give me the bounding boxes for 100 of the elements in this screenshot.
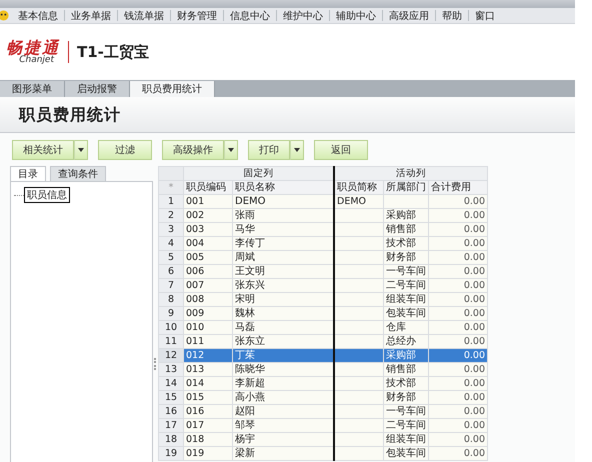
table-cell: 李传丁: [232, 236, 334, 250]
toolbar-button[interactable]: 返回: [314, 140, 368, 160]
column-header[interactable]: 职员编码: [184, 180, 232, 194]
row-number: 4: [158, 236, 184, 250]
table-cell: 采购部: [384, 208, 428, 222]
row-number: 19: [158, 446, 184, 460]
table-cell: 0.00: [428, 362, 488, 376]
column-header[interactable]: 所属部门: [384, 180, 428, 194]
table-cell: 陈晓华: [232, 362, 334, 376]
table-cell: [384, 194, 428, 208]
table-cell: 015: [184, 390, 232, 404]
table-cell: 包装车间: [384, 306, 428, 320]
table-cell: 0.00: [428, 250, 488, 264]
table-cell: 0.00: [428, 432, 488, 446]
table-cell: [334, 334, 384, 348]
table-cell: 一号车间: [384, 264, 428, 278]
menu-item[interactable]: 高级应用: [383, 8, 435, 22]
table-cell: 002: [184, 208, 232, 222]
table-cell: 013: [184, 362, 232, 376]
row-number: 12: [158, 348, 184, 362]
product-name: T1-工贸宝: [77, 42, 149, 62]
row-number: 14: [158, 376, 184, 390]
table-cell: 张雨: [232, 208, 334, 222]
table-cell: 012: [184, 348, 232, 362]
table-cell: 0.00: [428, 320, 488, 334]
toolbar-button[interactable]: 高级操作: [162, 140, 224, 160]
table-cell: [334, 376, 384, 390]
menu-item[interactable]: 窗口: [469, 8, 501, 22]
table-cell: 0.00: [428, 194, 488, 208]
table-cell: 马华: [232, 222, 334, 236]
table-cell: 仓库: [384, 320, 428, 334]
table-cell: 周斌: [232, 250, 334, 264]
menu-item[interactable]: 帮助: [436, 8, 468, 22]
table-cell: 006: [184, 264, 232, 278]
toolbar-button[interactable]: 过滤: [98, 140, 152, 160]
menu-item[interactable]: 维护中心: [277, 8, 329, 22]
table-cell: [334, 222, 384, 236]
row-header-corner: *: [158, 180, 184, 194]
table-cell: 004: [184, 236, 232, 250]
menu-item[interactable]: 信息中心: [224, 8, 276, 22]
menu-item[interactable]: 业务单据: [65, 8, 117, 22]
table-cell: 018: [184, 432, 232, 446]
table-cell: 财务部: [384, 250, 428, 264]
table-cell: [334, 208, 384, 222]
table-cell: 007: [184, 278, 232, 292]
table-cell: 张东兴: [232, 278, 334, 292]
column-group-header: 固定列: [184, 166, 334, 180]
table-cell: [334, 390, 384, 404]
table-cell: 0.00: [428, 222, 488, 236]
menu-item[interactable]: 钱流单据: [118, 8, 170, 22]
row-number: 11: [158, 334, 184, 348]
row-number: 2: [158, 208, 184, 222]
table-cell: 采购部: [384, 348, 428, 362]
table-cell: 财务部: [384, 390, 428, 404]
row-number: 6: [158, 264, 184, 278]
table-cell: 二号车间: [384, 278, 428, 292]
caret-icon: [78, 148, 84, 152]
table-cell: 包装车间: [384, 446, 428, 460]
menu-item[interactable]: 基本信息: [12, 8, 64, 22]
table-cell: 0.00: [428, 306, 488, 320]
table-cell: 组装车间: [384, 292, 428, 306]
menu-item[interactable]: 财务管理: [171, 8, 223, 22]
dropdown-button[interactable]: [224, 140, 238, 160]
panel-tab[interactable]: 目录: [10, 166, 46, 181]
tab[interactable]: 图形菜单: [0, 81, 65, 97]
table-cell: [334, 320, 384, 334]
menu-item[interactable]: 辅助中心: [330, 8, 382, 22]
column-group-header: 活动列: [334, 166, 488, 180]
row-number: 9: [158, 306, 184, 320]
column-header[interactable]: 合计费用: [428, 180, 488, 194]
table-cell: [334, 250, 384, 264]
table-cell: 0.00: [428, 236, 488, 250]
table-cell: [334, 306, 384, 320]
tab[interactable]: 职员费用统计: [130, 81, 215, 97]
panel-tab[interactable]: 查询条件: [50, 166, 106, 181]
tab[interactable]: 启动报警: [65, 81, 130, 97]
app-icon: [0, 10, 9, 21]
table-cell: 技术部: [384, 236, 428, 250]
table-cell: 总经办: [384, 334, 428, 348]
table-cell: 邹琴: [232, 418, 334, 432]
table-cell: DEMO: [334, 194, 384, 208]
table-cell: 赵阳: [232, 404, 334, 418]
row-number: 7: [158, 278, 184, 292]
toolbar-button[interactable]: 相关统计: [12, 140, 74, 160]
table-cell: [334, 418, 384, 432]
table-cell: 0.00: [428, 376, 488, 390]
toolbar-button[interactable]: 打印: [248, 140, 290, 160]
table-cell: 丁茱: [232, 348, 334, 362]
table-cell: 008: [184, 292, 232, 306]
dropdown-button[interactable]: [290, 140, 304, 160]
tree-item[interactable]: 职员信息: [24, 187, 70, 203]
table-cell: 组装车间: [384, 432, 428, 446]
table-cell: 005: [184, 250, 232, 264]
table-cell: [334, 278, 384, 292]
column-header[interactable]: 职员简称: [334, 180, 384, 194]
table-cell: 019: [184, 446, 232, 460]
table-cell: 高小燕: [232, 390, 334, 404]
caret-icon: [228, 148, 234, 152]
dropdown-button[interactable]: [74, 140, 88, 160]
column-header[interactable]: 职员名称: [232, 180, 334, 194]
